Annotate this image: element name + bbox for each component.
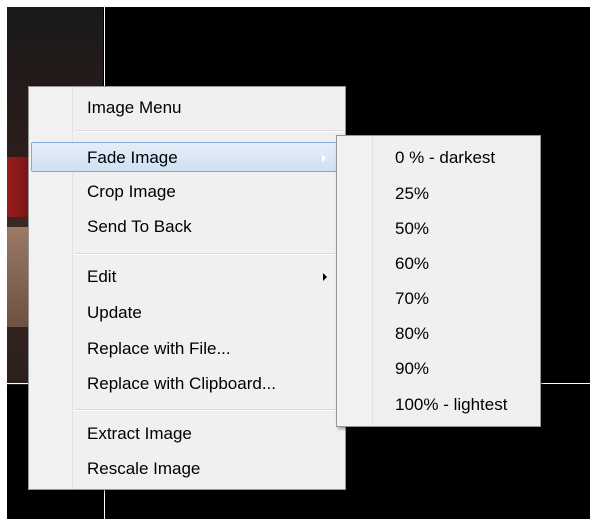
- menu-item-label: Replace with File...: [87, 339, 231, 358]
- submenu-item-25[interactable]: 25%: [395, 184, 429, 204]
- top-margin: [0, 0, 590, 7]
- menu-item-replace-with-file[interactable]: Replace with File...: [31, 334, 343, 364]
- menu-item-label: Fade Image: [87, 148, 178, 167]
- submenu-icon-gutter: [337, 136, 373, 426]
- menu-item-fade-image[interactable]: Fade Image: [31, 142, 343, 172]
- menu-item-label: Image Menu: [87, 98, 182, 117]
- menu-item-image-menu[interactable]: Image Menu: [31, 93, 343, 123]
- image-context-menu: Image Menu Fade Image Crop Image Send To…: [28, 86, 346, 490]
- menu-item-label: Send To Back: [87, 217, 192, 236]
- menu-item-label: Edit: [87, 267, 117, 286]
- menu-separator: [75, 253, 343, 255]
- chevron-right-icon: [322, 154, 326, 162]
- menu-item-update[interactable]: Update: [31, 298, 343, 328]
- menu-item-label: Update: [87, 303, 142, 322]
- menu-separator: [75, 409, 343, 411]
- menu-item-crop-image[interactable]: Crop Image: [31, 177, 343, 207]
- menu-item-label: Replace with Clipboard...: [87, 374, 276, 393]
- fade-image-submenu: 0 % - darkest 25% 50% 60% 70% 80% 90% 10…: [336, 135, 541, 427]
- submenu-item-100-lightest[interactable]: 100% - lightest: [395, 395, 507, 415]
- menu-item-label: Rescale Image: [87, 459, 201, 478]
- menu-item-label: Extract Image: [87, 424, 192, 443]
- menu-item-extract-image[interactable]: Extract Image: [31, 419, 343, 449]
- menu-item-send-to-back[interactable]: Send To Back: [31, 212, 343, 242]
- submenu-item-80[interactable]: 80%: [395, 324, 429, 344]
- submenu-item-0-darkest[interactable]: 0 % - darkest: [395, 148, 495, 168]
- menu-item-label: Crop Image: [87, 182, 176, 201]
- menu-item-edit[interactable]: Edit: [31, 262, 343, 292]
- menu-separator: [75, 130, 343, 132]
- submenu-item-50[interactable]: 50%: [395, 219, 429, 239]
- submenu-item-90[interactable]: 90%: [395, 359, 429, 379]
- submenu-item-70[interactable]: 70%: [395, 289, 429, 309]
- chevron-right-icon: [323, 273, 327, 281]
- submenu-item-60[interactable]: 60%: [395, 254, 429, 274]
- menu-item-replace-with-clipboard[interactable]: Replace with Clipboard...: [31, 369, 343, 399]
- menu-item-rescale-image[interactable]: Rescale Image: [31, 454, 343, 484]
